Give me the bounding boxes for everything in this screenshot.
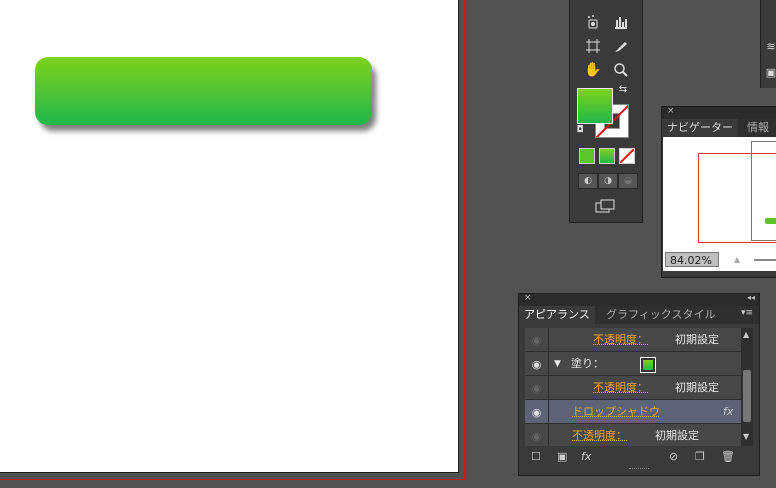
disclosure-triangle-icon[interactable]: ▼	[554, 352, 561, 376]
navigator-panel: × ナビゲーター 情報 84.02% ▲	[661, 106, 776, 278]
list-item[interactable]: ◉ ▼ 塗り：	[525, 352, 741, 376]
fill-swatch-inner	[643, 360, 653, 370]
navigator-tabs: ナビゲーター 情報	[662, 119, 776, 137]
none-mode-icon[interactable]	[619, 148, 635, 164]
tab-navigator[interactable]: ナビゲーター	[662, 119, 738, 137]
bleed-guide-horizontal	[0, 479, 465, 480]
appearance-tabs: アピアランス グラフィックスタイル ▾≡	[519, 306, 759, 324]
default-colors-icon[interactable]: ◘	[574, 124, 586, 136]
fill-swatch[interactable]	[577, 88, 613, 124]
tab-graphic-styles[interactable]: グラフィックスタイル	[601, 306, 720, 324]
list-item[interactable]: ◉ 不透明度： 初期設定	[525, 328, 741, 352]
opacity-label[interactable]: 不透明度：	[572, 424, 627, 446]
add-new-fill-icon[interactable]: ▣	[557, 450, 567, 464]
symbol-sprayer-icon[interactable]	[582, 12, 604, 32]
fill-label: 塗り：	[571, 352, 604, 376]
appearance-list: ◉ 不透明度： 初期設定 ◉ ▼ 塗り： ◉ 不透明度： 初期設定 ◉ ドロップ…	[525, 328, 741, 446]
color-mode-icon[interactable]	[579, 148, 595, 164]
trash-icon[interactable]: 🗑	[721, 450, 735, 464]
appearance-panel: × ◂◂ アピアランス グラフィックスタイル ▾≡ ◉ 不透明度： 初期設定 ◉…	[518, 293, 760, 476]
panel-menu-icon[interactable]: ▾≡	[741, 308, 753, 318]
gradient-mode-icon[interactable]	[599, 148, 615, 164]
scroll-up-icon[interactable]: ▲	[743, 330, 749, 339]
zoom-field[interactable]: 84.02%	[665, 252, 719, 267]
opacity-value: 初期設定	[655, 424, 699, 446]
zoom-out-icon[interactable]: ▲	[734, 255, 742, 263]
fx-icon[interactable]: fx	[723, 400, 733, 424]
list-item-selected[interactable]: ◉ ドロップシャドウ fx	[525, 400, 741, 424]
scrollbar[interactable]: ▲ ▼	[741, 328, 753, 446]
list-item[interactable]: ◉ 不透明度： 初期設定	[525, 376, 741, 400]
visibility-eye-icon[interactable]: ◉	[525, 376, 549, 400]
collapse-icon[interactable]: ◂◂	[747, 293, 755, 302]
add-new-stroke-icon[interactable]: ☐	[531, 450, 541, 464]
column-graph-icon[interactable]	[610, 12, 632, 32]
slice-tool-icon[interactable]	[610, 36, 632, 56]
bleed-guide-vertical	[464, 0, 465, 480]
drop-shadow-effect-link[interactable]: ドロップシャドウ	[572, 400, 660, 424]
swap-fill-stroke-icon[interactable]: ⇆	[616, 82, 630, 96]
navigator-thumbnail-shape	[765, 218, 776, 224]
tools-panel: ✋ ⇆ ◘ ◐ ◑ ◒	[569, 0, 643, 223]
appearance-titlebar[interactable]: × ◂◂	[519, 294, 759, 306]
green-rounded-rectangle[interactable]	[35, 57, 372, 125]
artboards-icon[interactable]: ▣	[765, 62, 776, 82]
close-icon[interactable]: ×	[524, 293, 532, 303]
clear-appearance-icon[interactable]: ⊘	[669, 450, 678, 464]
visibility-eye-icon[interactable]: ◉	[525, 352, 549, 376]
navigator-artboard	[751, 141, 776, 241]
visibility-eye-icon[interactable]: ◉	[525, 400, 549, 424]
draw-behind-icon[interactable]: ◑	[598, 173, 618, 189]
visibility-eye-icon[interactable]: ◉	[525, 424, 549, 446]
opacity-value: 初期設定	[675, 376, 719, 400]
zoom-slider[interactable]	[754, 259, 776, 261]
scroll-down-icon[interactable]: ▼	[743, 432, 749, 441]
draw-normal-icon[interactable]: ◐	[578, 173, 598, 189]
duplicate-item-icon[interactable]: ❐	[695, 450, 705, 464]
zoom-tool-icon[interactable]	[610, 60, 632, 80]
opacity-label[interactable]: 不透明度：	[593, 376, 648, 400]
layers-icon[interactable]: ≋	[765, 36, 776, 56]
tab-appearance[interactable]: アピアランス	[519, 306, 595, 324]
navigator-titlebar[interactable]: ×	[662, 107, 776, 119]
opacity-value: 初期設定	[675, 328, 719, 352]
scrollbar-thumb[interactable]	[743, 370, 751, 422]
partial-panel: ≋ ▣	[760, 0, 776, 88]
fill-color-swatch[interactable]	[640, 357, 656, 373]
hand-tool-icon[interactable]: ✋	[582, 60, 604, 80]
resize-grip[interactable]	[629, 468, 649, 471]
list-item[interactable]: ◉ 不透明度： 初期設定	[525, 424, 741, 446]
draw-inside-icon[interactable]: ◒	[618, 173, 638, 189]
opacity-label[interactable]: 不透明度：	[593, 328, 648, 352]
screen-mode-icon[interactable]	[592, 196, 618, 216]
add-effect-button[interactable]: fx	[581, 450, 591, 464]
close-icon[interactable]: ×	[667, 106, 675, 116]
tab-info[interactable]: 情報	[742, 119, 774, 137]
artboard-tool-icon[interactable]	[582, 36, 604, 56]
visibility-eye-icon[interactable]: ◉	[525, 328, 549, 352]
